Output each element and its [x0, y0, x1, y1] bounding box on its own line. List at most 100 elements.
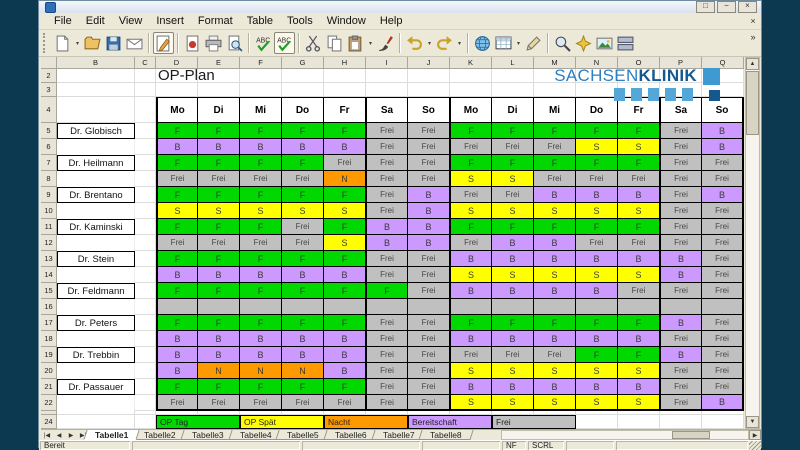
schedule-cell[interactable]: Frei	[366, 155, 408, 171]
row-header-7[interactable]: 7	[41, 155, 57, 171]
row-header-20[interactable]: 20	[41, 363, 57, 379]
schedule-cell[interactable]: Frei	[660, 155, 702, 171]
schedule-cell[interactable]: Frei	[366, 267, 408, 283]
empty-cell[interactable]	[240, 83, 282, 97]
schedule-cell[interactable]: Frei	[366, 123, 408, 139]
doctor-name-cell[interactable]: Dr. Peters	[57, 315, 135, 331]
schedule-cell[interactable]: Frei	[618, 283, 660, 299]
empty-cell[interactable]	[135, 83, 156, 97]
schedule-cell[interactable]: Frei	[450, 187, 492, 203]
row-header-9[interactable]: 9	[41, 187, 57, 203]
schedule-cell[interactable]: Frei	[324, 395, 366, 411]
schedule-cell[interactable]: B	[534, 235, 576, 251]
column-header-C[interactable]: C	[135, 57, 156, 69]
print-icon[interactable]	[203, 32, 224, 54]
schedule-cell[interactable]: B	[702, 123, 744, 139]
schedule-cell[interactable]: F	[156, 155, 198, 171]
schedule-cell[interactable]: Frei	[366, 203, 408, 219]
schedule-cell[interactable]: F	[324, 379, 366, 395]
schedule-cell[interactable]: B	[702, 187, 744, 203]
schedule-cell[interactable]: S	[576, 267, 618, 283]
schedule-cell[interactable]: B	[240, 347, 282, 363]
schedule-cell[interactable]	[660, 299, 702, 315]
empty-cell[interactable]	[324, 83, 366, 97]
restore-button[interactable]: □	[696, 1, 715, 13]
schedule-cell[interactable]: Frei	[198, 235, 240, 251]
open-folder-icon[interactable]	[82, 32, 103, 54]
edit-file-icon[interactable]	[153, 32, 174, 54]
schedule-cell[interactable]: N	[198, 363, 240, 379]
hyperlink-icon[interactable]	[472, 32, 493, 54]
schedule-cell[interactable]: B	[534, 283, 576, 299]
menu-window[interactable]: Window	[320, 14, 373, 28]
schedule-cell[interactable]: S	[618, 203, 660, 219]
empty-cell[interactable]	[135, 187, 156, 203]
schedule-cell[interactable]: Frei	[450, 347, 492, 363]
schedule-cell[interactable]: S	[534, 203, 576, 219]
schedule-cell[interactable]: F	[450, 219, 492, 235]
row-header-12[interactable]: 12	[41, 235, 57, 251]
export-pdf-icon[interactable]	[182, 32, 203, 54]
schedule-cell[interactable]: F	[240, 379, 282, 395]
schedule-cell[interactable]: Frei	[492, 139, 534, 155]
schedule-cell[interactable]: F	[198, 123, 240, 139]
sheet-tab-tabelle6[interactable]: Tabelle6	[323, 430, 378, 440]
redo-dropdown-arrow-icon[interactable]: ▾	[455, 40, 464, 47]
schedule-cell[interactable]: Frei	[408, 363, 450, 379]
schedule-cell[interactable]: Frei	[660, 171, 702, 187]
schedule-cell[interactable]: B	[492, 379, 534, 395]
schedule-cell[interactable]: Frei	[534, 347, 576, 363]
schedule-cell[interactable]: B	[240, 267, 282, 283]
schedule-cell[interactable]: F	[366, 283, 408, 299]
schedule-cell[interactable]: F	[282, 251, 324, 267]
schedule-cell[interactable]: Frei	[660, 123, 702, 139]
empty-cell[interactable]	[135, 123, 156, 139]
select-all-corner[interactable]	[41, 57, 57, 69]
menu-edit[interactable]: Edit	[79, 14, 112, 28]
table-icon[interactable]	[493, 32, 514, 54]
schedule-cell[interactable]: S	[450, 363, 492, 379]
schedule-cell[interactable]: F	[534, 155, 576, 171]
schedule-cell[interactable]: B	[576, 331, 618, 347]
schedule-cell[interactable]	[534, 299, 576, 315]
schedule-cell[interactable]: F	[492, 123, 534, 139]
schedule-cell[interactable]: Frei	[660, 203, 702, 219]
schedule-cell[interactable]: B	[282, 331, 324, 347]
schedule-cell[interactable]	[198, 299, 240, 315]
save-icon[interactable]	[103, 32, 124, 54]
doctor-name-cell[interactable]: Dr. Heilmann	[57, 155, 135, 171]
empty-cell[interactable]	[57, 83, 135, 97]
schedule-cell[interactable]: B	[576, 283, 618, 299]
schedule-cell[interactable]: F	[534, 123, 576, 139]
table-dropdown-arrow-icon[interactable]: ▾	[514, 40, 523, 47]
schedule-cell[interactable]: S	[618, 139, 660, 155]
column-header-B[interactable]: B	[57, 57, 135, 69]
schedule-cell[interactable]: S	[282, 203, 324, 219]
copy-icon[interactable]	[324, 32, 345, 54]
schedule-cell[interactable]: B	[324, 347, 366, 363]
schedule-cell[interactable]: F	[198, 315, 240, 331]
schedule-cell[interactable]	[450, 299, 492, 315]
schedule-cell[interactable]	[618, 299, 660, 315]
sheet-tab-tabelle5[interactable]: Tabelle5	[276, 430, 331, 440]
row-header-3[interactable]: 3	[41, 83, 57, 97]
sheet-tab-tabelle8[interactable]: Tabelle8	[419, 430, 474, 440]
schedule-cell[interactable]: B	[576, 251, 618, 267]
schedule-cell[interactable]: B	[660, 347, 702, 363]
schedule-cell[interactable]: S	[492, 267, 534, 283]
schedule-cell[interactable]: B	[450, 379, 492, 395]
schedule-cell[interactable]: B	[198, 331, 240, 347]
row-header-24[interactable]: 24	[41, 415, 57, 429]
schedule-cell[interactable]: B	[366, 235, 408, 251]
empty-cell[interactable]	[57, 97, 135, 123]
doctor-name-cell[interactable]: Dr. Passauer	[57, 379, 135, 395]
schedule-cell[interactable]: F	[492, 219, 534, 235]
empty-cell[interactable]	[57, 139, 135, 155]
schedule-cell[interactable]	[576, 299, 618, 315]
schedule-cell[interactable]: F	[156, 315, 198, 331]
schedule-cell[interactable]: B	[534, 379, 576, 395]
schedule-cell[interactable]: F	[282, 123, 324, 139]
schedule-cell[interactable]: F	[576, 347, 618, 363]
auto-spellcheck-icon[interactable]: ABC	[274, 32, 295, 54]
schedule-cell[interactable]: Frei	[408, 347, 450, 363]
